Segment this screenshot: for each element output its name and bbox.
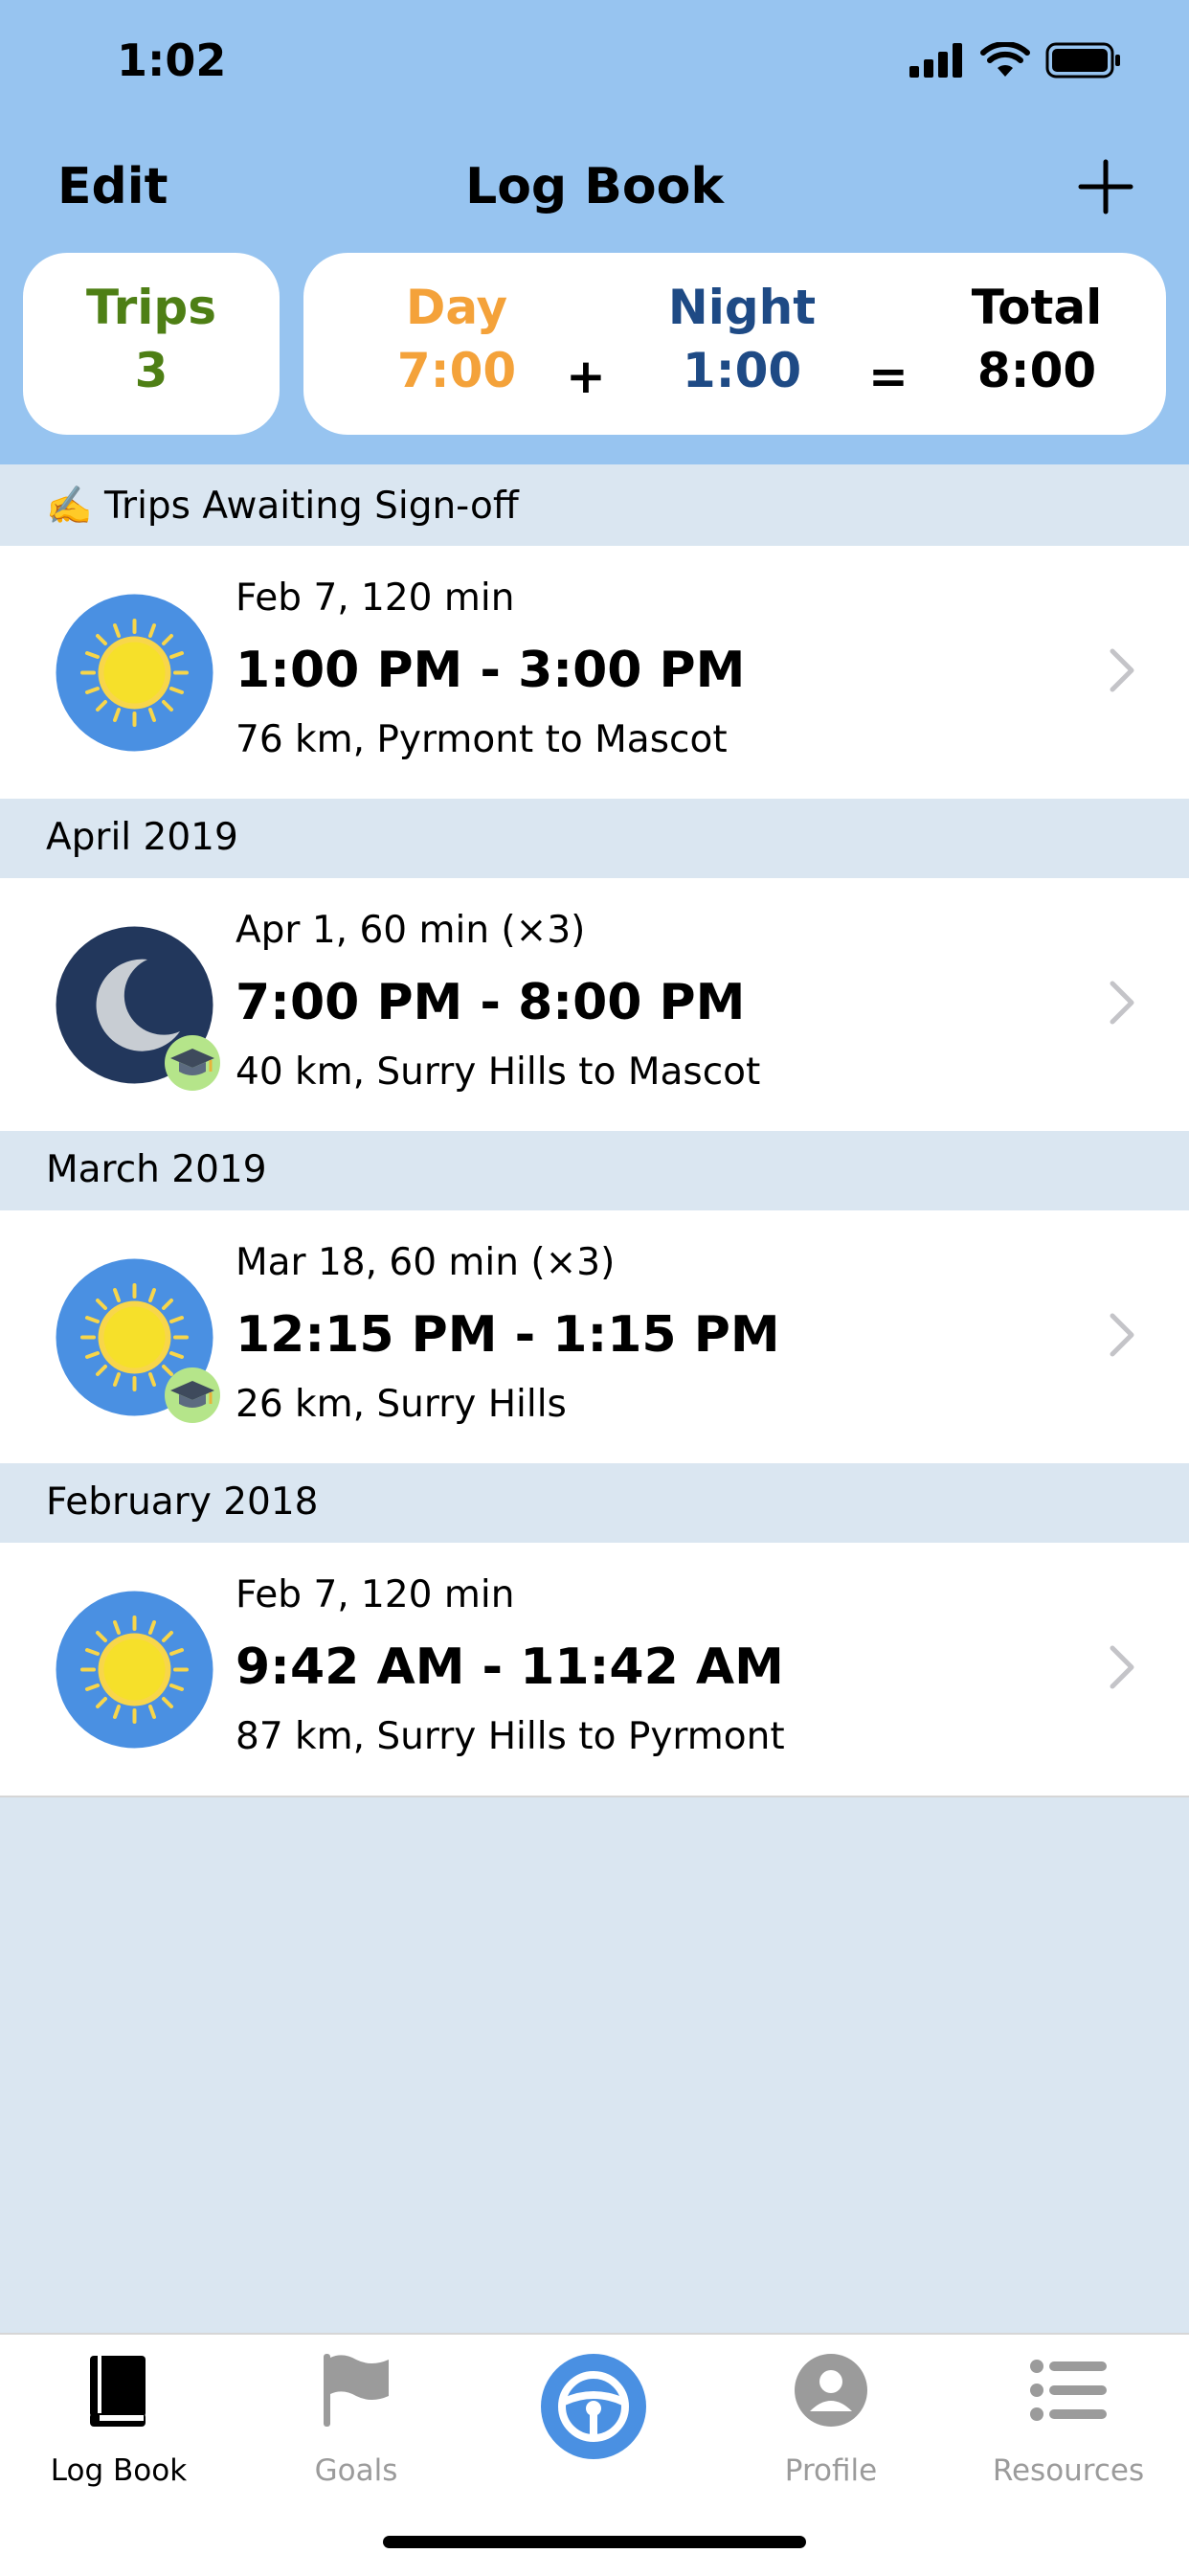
trip-row[interactable]: Feb 7, 120 min 9:42 AM - 11:42 AM 87 km,… — [0, 1543, 1189, 1797]
edit-button[interactable]: Edit — [57, 158, 168, 215]
tab-start-drive[interactable] — [475, 2335, 712, 2497]
day-hours: 7:00 — [396, 343, 517, 398]
section-header-april-2019: April 2019 — [0, 799, 1189, 878]
trips-summary-card: Trips 3 — [23, 253, 280, 435]
sun-icon — [56, 594, 213, 752]
tab-label: Resources — [992, 2453, 1145, 2488]
trip-row[interactable]: Apr 1, 60 min (×3) 7:00 PM - 8:00 PM 40 … — [0, 878, 1189, 1131]
section-header-march-2019: March 2019 — [0, 1131, 1189, 1210]
learner-badge-icon — [165, 1367, 220, 1423]
trip-route: 40 km, Surry Hills to Mascot — [236, 1051, 761, 1094]
trip-time-range: 9:42 AM - 11:42 AM — [236, 1638, 784, 1696]
battery-icon — [1045, 42, 1120, 79]
trip-row[interactable]: Feb 7, 120 min 1:00 PM - 3:00 PM 76 km, … — [0, 546, 1189, 799]
hours-summary-card: Day 7:00 + Night 1:00 = Total 8:00 — [303, 253, 1166, 435]
trips-label: Trips — [86, 280, 216, 335]
status-time: 1:02 — [117, 34, 227, 86]
trips-count: 3 — [134, 343, 168, 398]
moon-icon — [56, 926, 220, 1091]
cellular-signal-icon — [909, 43, 962, 78]
trip-route: 76 km, Pyrmont to Mascot — [236, 718, 728, 761]
trip-date-duration: Mar 18, 60 min (×3) — [236, 1241, 616, 1284]
total-label: Total — [971, 280, 1103, 335]
trip-route: 87 km, Surry Hills to Pyrmont — [236, 1715, 785, 1758]
list-icon — [1030, 2360, 1107, 2421]
section-title: February 2018 — [46, 1480, 319, 1524]
steering-wheel-icon — [541, 2354, 646, 2459]
night-stat: Night 1:00 — [637, 276, 847, 402]
sun-icon — [56, 1591, 213, 1749]
tab-label: Log Book — [50, 2453, 188, 2488]
tab-resources[interactable]: Resources — [950, 2335, 1187, 2497]
header: 1:02 Edit Log Book Trips 3 Day 7:00 + Ni… — [0, 0, 1189, 464]
day-label: Day — [405, 280, 508, 335]
trip-row[interactable]: Mar 18, 60 min (×3) 12:15 PM - 1:15 PM 2… — [0, 1210, 1189, 1463]
sun-icon — [56, 1258, 220, 1423]
night-hours: 1:00 — [682, 343, 802, 398]
trip-time-range: 12:15 PM - 1:15 PM — [236, 1306, 780, 1364]
status-icons — [909, 42, 1122, 79]
page-title: Log Book — [465, 158, 724, 215]
tab-label: Goals — [314, 2453, 398, 2488]
chevron-right-icon — [1110, 648, 1134, 692]
person-icon — [795, 2354, 867, 2427]
trip-date-duration: Feb 7, 120 min — [236, 1573, 515, 1616]
equals-sign: = — [868, 349, 909, 404]
tab-label: Profile — [784, 2453, 878, 2488]
add-trip-button[interactable] — [1077, 158, 1134, 215]
day-stat: Day 7:00 — [361, 276, 552, 402]
chevron-right-icon — [1110, 981, 1134, 1025]
section-header-awaiting-signoff: ✍️ Trips Awaiting Sign-off — [0, 466, 1189, 546]
tab-log-book[interactable]: Log Book — [0, 2335, 237, 2497]
book-icon — [90, 2356, 146, 2427]
total-stat: Total 8:00 — [941, 276, 1133, 402]
chevron-right-icon — [1110, 1313, 1134, 1357]
trip-date-duration: Feb 7, 120 min — [236, 576, 515, 620]
section-title: March 2019 — [46, 1148, 267, 1191]
trip-route: 26 km, Surry Hills — [236, 1383, 567, 1426]
home-indicator — [383, 2536, 806, 2548]
trip-time-range: 7:00 PM - 8:00 PM — [236, 974, 746, 1031]
tab-goals[interactable]: Goals — [237, 2335, 475, 2497]
night-label: Night — [667, 280, 817, 335]
wifi-icon — [980, 42, 1030, 77]
trips-stat: Trips 3 — [23, 276, 280, 402]
section-header-february-2018: February 2018 — [0, 1463, 1189, 1543]
tab-profile[interactable]: Profile — [712, 2335, 950, 2497]
section-title: ✍️ Trips Awaiting Sign-off — [46, 485, 519, 528]
learner-badge-icon — [165, 1035, 220, 1091]
flag-icon — [324, 2354, 389, 2427]
trip-date-duration: Apr 1, 60 min (×3) — [236, 909, 586, 952]
section-title: April 2019 — [46, 816, 238, 859]
plus-sign: + — [566, 349, 606, 404]
total-hours: 8:00 — [976, 343, 1097, 398]
trip-time-range: 1:00 PM - 3:00 PM — [236, 642, 746, 699]
chevron-right-icon — [1110, 1645, 1134, 1689]
